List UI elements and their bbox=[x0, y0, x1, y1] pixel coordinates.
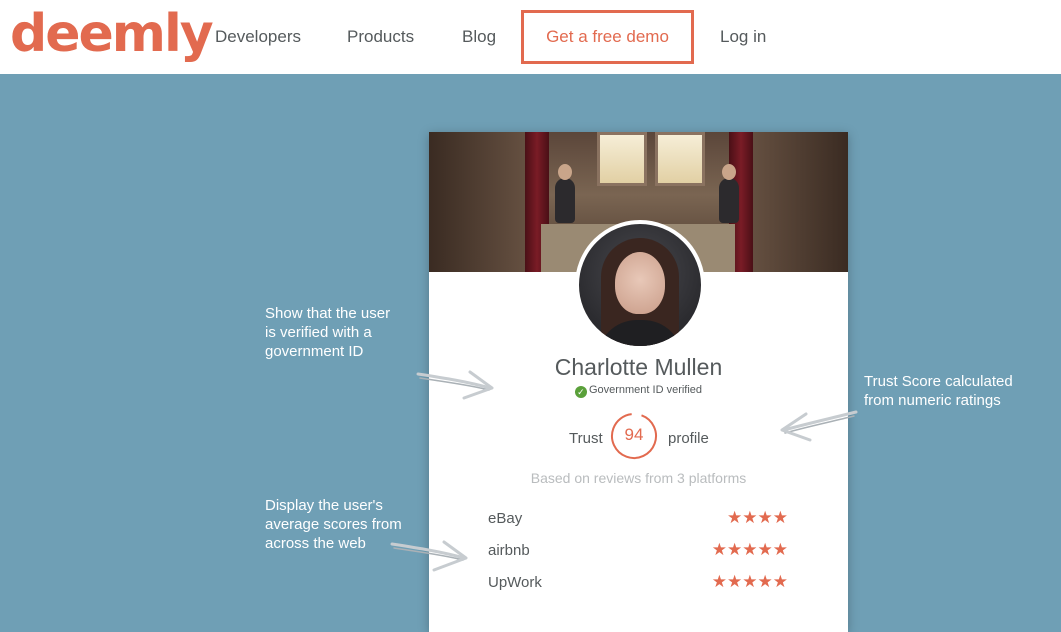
nav-products[interactable]: Products bbox=[347, 27, 414, 47]
platform-name: UpWork bbox=[488, 574, 542, 591]
star-rating: ★★★★★ bbox=[711, 572, 788, 591]
top-navigation-bar: deemly Developers Products Blog Get a fr… bbox=[0, 0, 1061, 74]
based-on-text: Based on reviews from 3 platforms bbox=[530, 470, 747, 486]
platform-name: eBay bbox=[488, 510, 523, 527]
platform-row: airbnb ★★★★★ bbox=[488, 540, 788, 562]
profile-label: profile bbox=[668, 430, 709, 447]
avatar bbox=[575, 220, 705, 350]
verified-annotation: Show that the user is verified with a go… bbox=[265, 305, 391, 360]
get-free-demo-button[interactable]: Get a free demo bbox=[521, 10, 694, 64]
scores-annotation: Display the user's average scores from a… bbox=[265, 497, 402, 552]
person-figure bbox=[555, 178, 575, 223]
verified-label: Government ID verified bbox=[588, 384, 703, 396]
deemly-logo[interactable]: deemly bbox=[10, 4, 214, 64]
arrow-left-icon bbox=[780, 410, 858, 442]
nav-blog[interactable]: Blog bbox=[462, 27, 496, 47]
trust-label: Trust bbox=[569, 430, 603, 447]
platform-name: airbnb bbox=[488, 542, 530, 559]
nav-login[interactable]: Log in bbox=[720, 27, 766, 47]
arrow-right-icon bbox=[390, 540, 468, 572]
trust-score-value: 94 bbox=[624, 425, 644, 444]
platform-row: eBay ★★★★ bbox=[488, 508, 788, 530]
window-shape bbox=[597, 132, 647, 186]
platform-row: UpWork ★★★★★ bbox=[488, 572, 788, 594]
star-rating: ★★★★★ bbox=[711, 540, 788, 559]
check-icon: ✓ bbox=[574, 386, 587, 398]
star-rating: ★★★★ bbox=[727, 508, 788, 527]
window-shape bbox=[655, 132, 705, 186]
person-figure bbox=[719, 178, 739, 223]
trust-score-annotation: Trust Score calculated from numeric rati… bbox=[864, 373, 1013, 409]
nav-developers[interactable]: Developers bbox=[215, 27, 301, 47]
arrow-right-icon bbox=[416, 370, 494, 400]
